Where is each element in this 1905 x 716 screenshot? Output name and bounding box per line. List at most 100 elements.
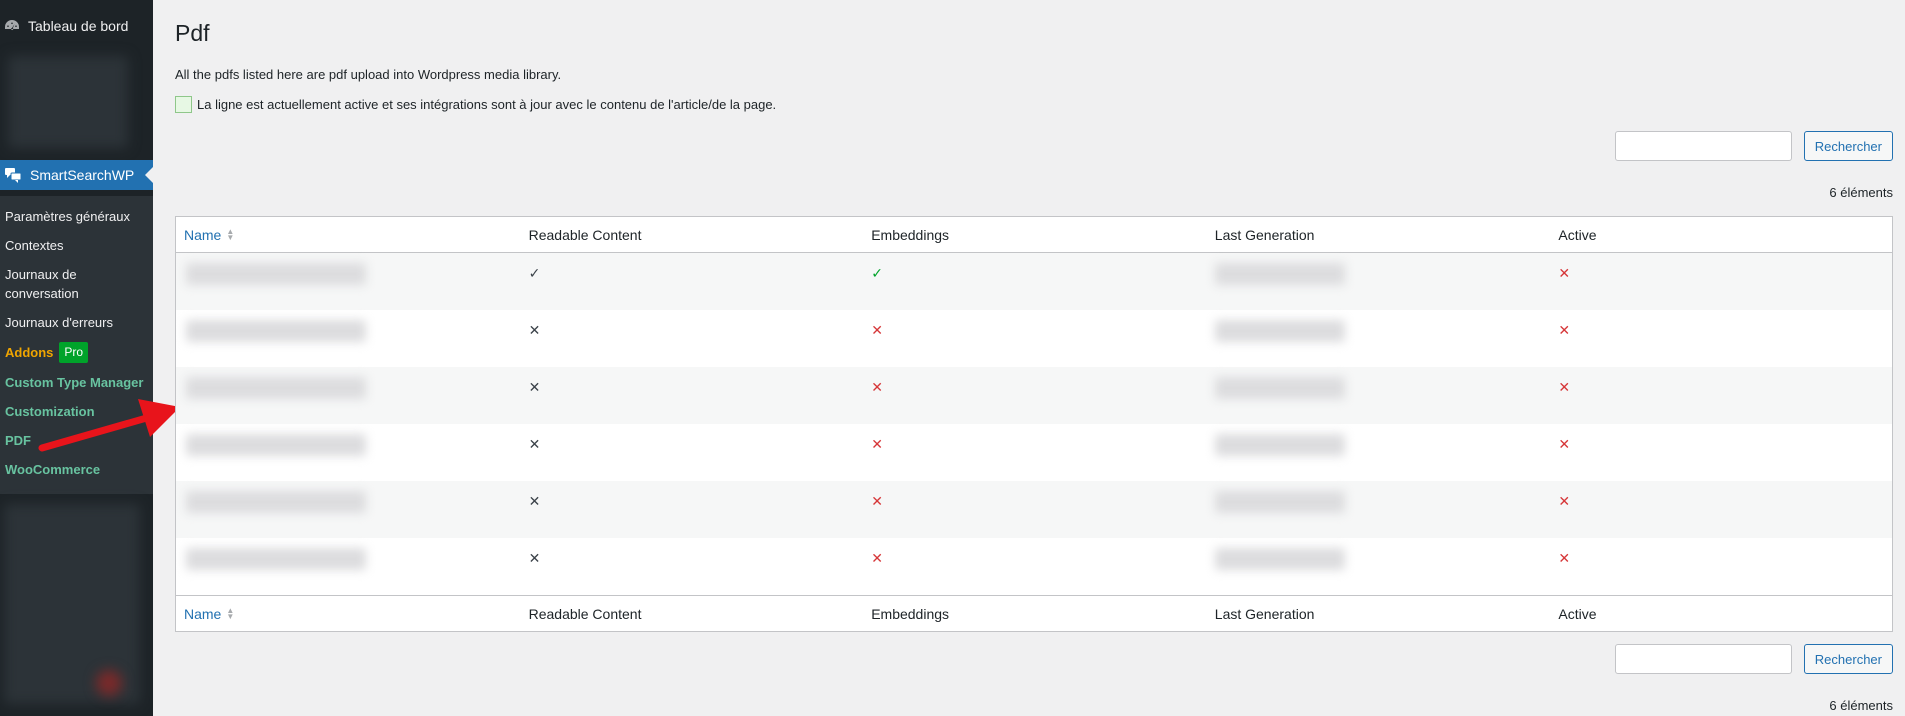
submenu-addons[interactable]: Addons Pro [0,337,153,368]
legend-text: La ligne est actuellement active et ses … [197,97,777,112]
search-box-top: Rechercher [1614,131,1893,161]
submenu-journaux-conversation[interactable]: Journaux de conversation [0,260,153,308]
cell-readable-content: ✕ [521,546,864,571]
table-row: ✕ ✕ ✕ [176,538,1892,595]
submenu-contextes[interactable]: Contextes [0,231,153,260]
cell-name [176,546,521,571]
cell-readable-content: ✕ [521,318,864,343]
blurred-menu-items [8,56,128,148]
cell-active: ✕ [1550,546,1892,571]
cell-readable-content: ✕ [521,432,864,457]
gauge-icon [4,18,20,34]
cell-name [176,261,521,286]
search-button-bottom[interactable]: Rechercher [1803,644,1893,674]
submenu-custom-type-manager[interactable]: Custom Type Manager [0,368,153,397]
sidebar-item-label: SmartSearchWP [30,167,135,183]
submenu-parametres-generaux[interactable]: Paramètres généraux [0,202,153,231]
blurred-menu-items [4,504,140,704]
column-footer-embeddings: Embeddings [871,605,950,622]
blurred-file-name [186,376,366,399]
column-header-name[interactable]: Name ▲ ▼ [176,227,521,243]
submenu-woocommerce[interactable]: WooCommerce [0,455,153,484]
search-input-bottom[interactable] [1614,644,1792,674]
cell-active: ✕ [1550,318,1892,343]
cross-icon: ✕ [1558,550,1571,566]
pro-badge: Pro [59,342,89,363]
cross-icon: ✕ [1558,379,1571,395]
table-header: Name ▲ ▼ Readable Content Embeddings Last… [176,217,1892,253]
table-row: ✕ ✕ ✕ [176,310,1892,367]
items-count: 6 éléments [1829,185,1893,200]
blurred-date [1214,319,1345,342]
cell-readable-content: ✕ [521,489,864,514]
column-footer-last-generation: Last Generation [1214,605,1315,622]
cross-icon: ✕ [528,322,541,338]
table-body: ✓ ✓ ✕ ✕ ✕ ✕ ✕ ✕ ✕ ✕ ✕ ✕ ✕ ✕ ✕ ✕ ✕ ✕ [176,253,1892,595]
cell-last-generation [1207,489,1551,514]
cell-embeddings: ✕ [863,489,1207,514]
cell-embeddings: ✕ [863,546,1207,571]
cross-icon: ✕ [871,322,883,338]
submenu-addons-label: Addons [5,345,54,360]
cell-last-generation [1207,318,1551,343]
cell-embeddings: ✓ [863,261,1207,286]
cell-name [176,489,521,514]
page-title: Pdf [175,20,210,46]
sort-arrows-icon: ▲ ▼ [226,605,235,621]
cross-icon: ✕ [1558,265,1571,281]
annotation-arrow [38,399,180,452]
cell-readable-content: ✕ [521,375,864,400]
blurred-date [1214,376,1345,399]
cross-icon: ✕ [528,436,541,452]
table-row: ✕ ✕ ✕ [176,481,1892,538]
sort-arrows-icon: ▲ ▼ [226,226,235,242]
column-footer-readable-content: Readable Content [528,605,642,622]
search-input[interactable] [1614,131,1792,161]
blurred-notification [96,670,122,696]
cell-active: ✕ [1550,375,1892,400]
column-header-embeddings: Embeddings [871,226,950,243]
status-legend: La ligne est actuellement active et ses … [175,96,776,113]
cross-icon: ✕ [871,550,883,566]
search-button[interactable]: Rechercher [1803,131,1893,161]
cell-last-generation [1207,375,1551,400]
check-icon: ✓ [871,265,883,281]
cell-readable-content: ✓ [521,261,864,286]
sidebar-item-label: Tableau de bord [28,18,129,34]
cell-last-generation [1207,432,1551,457]
sidebar-item-smartsearchwp[interactable]: SmartSearchWP [0,160,153,190]
table-footer: Name ▲ ▼ Readable Content Embeddings Last… [176,595,1892,631]
cell-last-generation [1207,546,1551,571]
sidebar-item-dashboard[interactable]: Tableau de bord [0,0,153,52]
cross-icon: ✕ [1558,436,1571,452]
column-footer-name[interactable]: Name ▲ ▼ [176,606,521,622]
table-row: ✕ ✕ ✕ [176,367,1892,424]
cell-active: ✕ [1550,489,1892,514]
cross-icon: ✕ [871,436,883,452]
cell-name [176,375,521,400]
blurred-date [1214,490,1345,513]
cross-icon: ✕ [871,493,883,509]
check-icon: ✓ [528,265,541,281]
column-header-last-generation: Last Generation [1214,226,1315,243]
blurred-file-name [186,490,366,513]
table-row: ✓ ✓ ✕ [176,253,1892,310]
cell-embeddings: ✕ [863,432,1207,457]
cell-last-generation [1207,261,1551,286]
cell-active: ✕ [1550,432,1892,457]
blurred-file-name [186,262,366,285]
cross-icon: ✕ [528,379,541,395]
legend-color-swatch [175,96,192,113]
cross-icon: ✕ [528,550,541,566]
chat-bubbles-icon [4,167,22,183]
admin-sidebar: Tableau de bord SmartSearchWP Paramètres… [0,0,153,716]
submenu-journaux-erreurs[interactable]: Journaux d'erreurs [0,308,153,337]
pdf-table: Name ▲ ▼ Readable Content Embeddings Last… [175,216,1893,632]
cell-name [176,318,521,343]
cross-icon: ✕ [1558,493,1571,509]
blurred-file-name [186,547,366,570]
blurred-date [1214,262,1345,285]
cell-name [176,432,521,457]
search-box-bottom: Rechercher [1614,644,1893,674]
cell-active: ✕ [1550,261,1892,286]
